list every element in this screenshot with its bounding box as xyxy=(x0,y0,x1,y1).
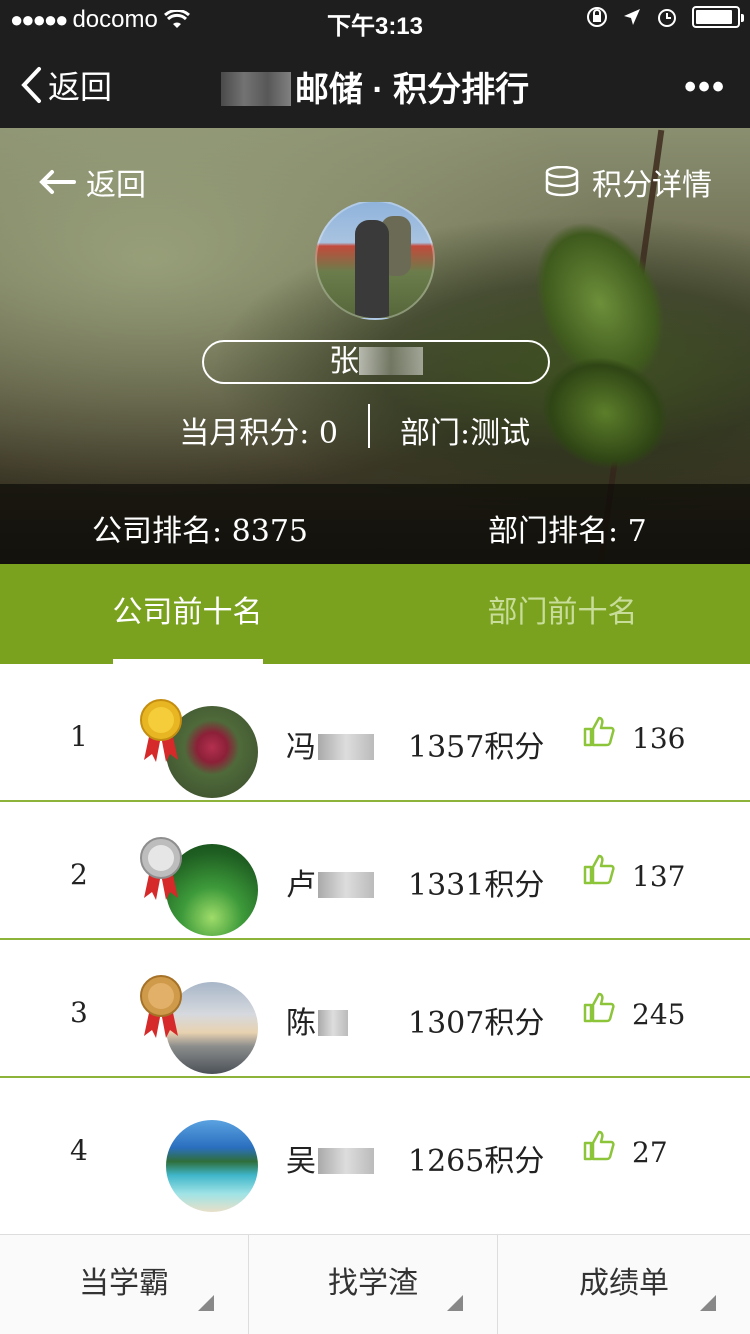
page-title-text: 邮储 · 积分排行 xyxy=(294,71,530,109)
blurred-text xyxy=(318,1010,348,1036)
company-rank: 公司排名: 8375 xyxy=(92,514,308,549)
gold-medal-icon xyxy=(140,699,182,762)
stats-divider xyxy=(368,404,370,448)
toolbar-label: 成绩单 xyxy=(579,1267,669,1300)
blurred-text xyxy=(318,734,374,760)
user-name-text: 卢 xyxy=(286,869,316,902)
user-avatar[interactable] xyxy=(315,200,435,320)
rank-number: 1 xyxy=(70,720,88,753)
profile-hero: 返回 积分详情 张 当月积分: 0 部门:测试 公司排名: 8375 部门排名:… xyxy=(0,128,750,564)
points-detail-label: 积分详情 xyxy=(592,169,712,202)
like-count: 136 xyxy=(632,722,686,755)
user-name: 卢 xyxy=(286,860,374,904)
user-stats: 当月积分: 0 部门:测试 xyxy=(0,400,750,451)
tab-company-top[interactable]: 公司前十名 xyxy=(0,564,375,664)
page-title: 邮储 · 积分排行 xyxy=(0,62,750,111)
blurred-text xyxy=(359,347,423,375)
avatar-figure xyxy=(355,220,389,318)
ranking-list: 1 冯 1357积分 136 2 卢 1331积分 137 3 陈 1307积分… xyxy=(0,664,750,1234)
nav-bar: 返回 邮储 · 积分排行 ••• xyxy=(0,40,750,128)
bronze-medal-icon xyxy=(140,975,182,1038)
location-icon xyxy=(624,9,640,25)
rank-number: 3 xyxy=(70,996,88,1029)
points-value: 1307积分 xyxy=(408,1006,545,1041)
like-count: 27 xyxy=(632,1136,668,1169)
like-count: 245 xyxy=(632,998,686,1031)
rank-number: 2 xyxy=(70,858,88,891)
user-name: 陈 xyxy=(286,998,348,1042)
silver-medal-icon xyxy=(140,837,182,900)
tab-label: 公司前十名 xyxy=(112,596,263,629)
dept-rank: 部门排名: 7 xyxy=(488,514,647,549)
corner-triangle-icon xyxy=(700,1295,716,1311)
thumbs-up-icon[interactable] xyxy=(582,852,616,886)
thumbs-up-icon[interactable] xyxy=(582,1128,616,1162)
rank-number: 4 xyxy=(70,1134,88,1167)
tab-label: 部门前十名 xyxy=(487,596,638,629)
blurred-text xyxy=(318,1148,374,1174)
hero-back-label: 返回 xyxy=(86,169,146,202)
list-item[interactable]: 1 冯 1357积分 136 xyxy=(0,664,750,802)
points-value: 1331积分 xyxy=(408,868,545,903)
database-icon xyxy=(545,166,579,197)
monthly-points: 当月积分: 0 xyxy=(179,416,338,451)
user-name-text: 冯 xyxy=(286,731,316,764)
user-name-pill: 张 xyxy=(202,340,550,384)
list-item[interactable]: 3 陈 1307积分 245 xyxy=(0,940,750,1078)
rank-bar: 公司排名: 8375 部门排名: 7 xyxy=(0,484,750,564)
user-name: 冯 xyxy=(286,722,374,766)
avatar[interactable] xyxy=(166,1120,258,1212)
arrow-left-icon xyxy=(39,170,76,194)
rotation-lock-icon xyxy=(587,7,607,27)
user-name: 吴 xyxy=(286,1136,374,1180)
alarm-icon xyxy=(658,9,676,27)
thumbs-up-icon[interactable] xyxy=(582,714,616,748)
find-weak-student-button[interactable]: 找学渣 xyxy=(249,1235,498,1334)
ranking-tabs: 公司前十名 部门前十名 xyxy=(0,564,750,664)
status-bar: ●●●●● docomo 下午3:13 xyxy=(0,0,750,40)
top-student-button[interactable]: 当学霸 xyxy=(0,1235,249,1334)
thumbs-up-icon[interactable] xyxy=(582,990,616,1024)
status-right xyxy=(586,6,744,28)
hero-back-button[interactable]: 返回 xyxy=(38,160,146,204)
more-button[interactable]: ••• xyxy=(684,68,726,107)
bottom-toolbar: 当学霸 找学渣 成绩单 xyxy=(0,1234,750,1334)
user-name-text: 陈 xyxy=(286,1007,316,1040)
battery-icon xyxy=(692,6,744,28)
list-item[interactable]: 4 吴 1265积分 27 xyxy=(0,1078,750,1216)
points-value: 1357积分 xyxy=(408,730,545,765)
user-name-text: 吴 xyxy=(286,1145,316,1178)
corner-triangle-icon xyxy=(447,1295,463,1311)
report-card-button[interactable]: 成绩单 xyxy=(498,1235,750,1334)
toolbar-label: 当学霸 xyxy=(79,1267,169,1300)
department: 部门:测试 xyxy=(400,416,531,451)
list-item[interactable]: 2 卢 1331积分 137 xyxy=(0,802,750,940)
like-count: 137 xyxy=(632,860,686,893)
blurred-text xyxy=(318,872,374,898)
points-detail-button[interactable]: 积分详情 xyxy=(544,160,712,204)
user-name: 张 xyxy=(329,345,359,378)
toolbar-label: 找学渣 xyxy=(328,1267,418,1300)
points-value: 1265积分 xyxy=(408,1144,545,1179)
blurred-text xyxy=(220,72,291,106)
tab-dept-top[interactable]: 部门前十名 xyxy=(375,564,750,664)
corner-triangle-icon xyxy=(198,1295,214,1311)
